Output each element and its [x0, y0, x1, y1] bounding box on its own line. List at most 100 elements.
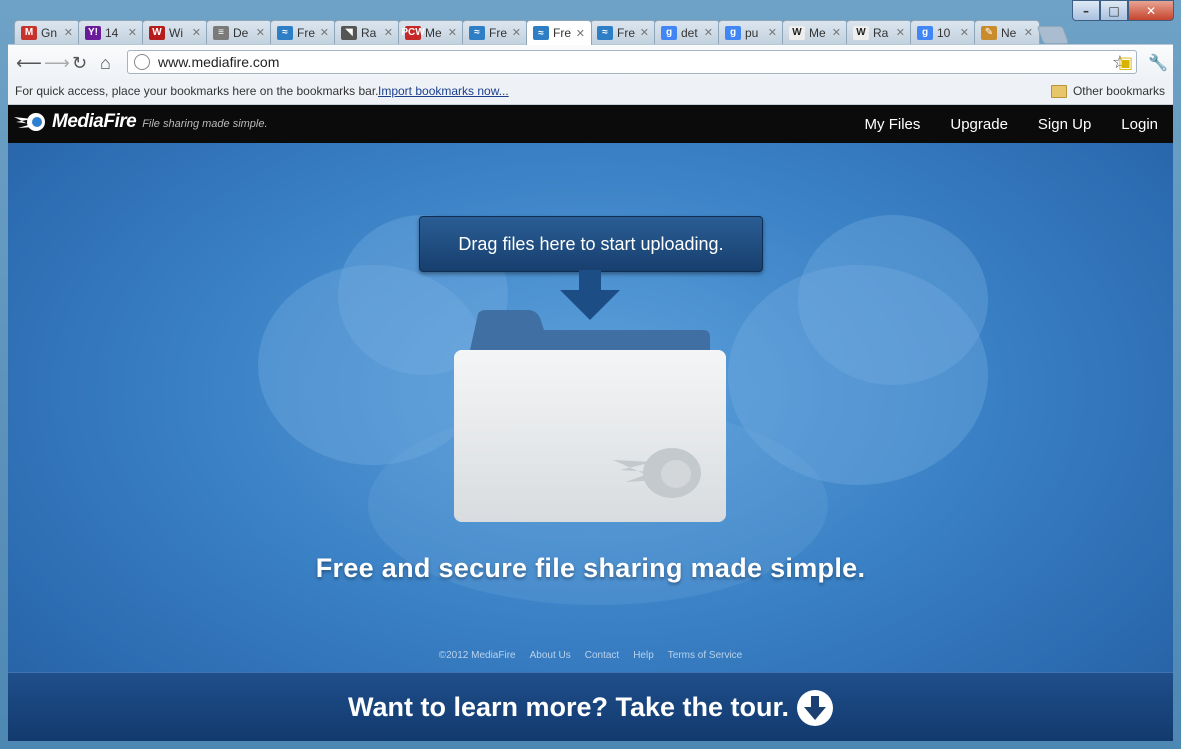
close-tab-icon[interactable]: ✕ — [512, 26, 521, 39]
google-icon: g — [661, 25, 677, 40]
tab-title: Fre — [617, 25, 635, 40]
tab-title: Gn — [41, 25, 58, 40]
nav-my-files[interactable]: My Files — [850, 116, 936, 133]
logo-tagline: File sharing made simple. — [142, 118, 268, 130]
nav-sign-up[interactable]: Sign Up — [1023, 116, 1106, 133]
browser-tab[interactable]: W Ra ✕ — [846, 20, 912, 44]
close-tab-icon[interactable]: ✕ — [1024, 26, 1033, 39]
close-tab-icon[interactable]: ✕ — [768, 26, 777, 39]
close-tab-icon[interactable]: ✕ — [896, 26, 905, 39]
browser-tab[interactable]: W Wi ✕ — [142, 20, 208, 44]
tab-title: Fre — [489, 25, 507, 40]
footer-copyright: ©2012 MediaFire — [438, 650, 516, 661]
browser-tab[interactable]: ✎ Ne ✕ — [974, 20, 1040, 44]
close-tab-icon[interactable]: ✕ — [64, 26, 73, 39]
tab-title: Fre — [553, 26, 571, 40]
other-bookmarks[interactable]: Other bookmarks — [1050, 84, 1165, 98]
extension-icon[interactable]: ▣ — [1118, 53, 1133, 73]
nav-upgrade[interactable]: Upgrade — [935, 116, 1023, 133]
close-window-button[interactable]: ✕ — [1128, 0, 1174, 21]
browser-tab[interactable]: g det ✕ — [654, 20, 720, 44]
tab-title: Ra — [361, 25, 377, 40]
tab-title: 14 — [105, 25, 119, 40]
bookmarks-bar: For quick access, place your bookmarks h… — [8, 80, 1173, 105]
folder-icon — [1050, 84, 1067, 98]
browser-tab[interactable]: ≡ De ✕ — [206, 20, 272, 44]
tab-title: Wi — [169, 25, 183, 40]
browser-tab[interactable]: Y! 14 ✕ — [78, 20, 144, 44]
cloud-shape — [798, 215, 988, 385]
browser-tab[interactable]: ≈ Fre ✕ — [590, 20, 656, 44]
tour-text[interactable]: Want to learn more? Take the tour. — [348, 692, 789, 723]
site-header: MediaFire File sharing made simple. My F… — [8, 105, 1173, 143]
tab-title: det — [681, 25, 698, 40]
nav-login[interactable]: Login — [1106, 116, 1173, 133]
address-bar[interactable]: www.mediafire.com ☆ — [127, 50, 1137, 74]
forward-icon[interactable]: ⟶ — [44, 53, 70, 74]
tab-title: Ra — [873, 25, 889, 40]
upload-callout[interactable]: Drag files here to start uploading. — [419, 216, 763, 272]
tab-title: De — [233, 25, 249, 40]
close-tab-icon[interactable]: ✕ — [640, 26, 649, 39]
tab-strip: M Gn ✕ Y! 14 ✕ W Wi ✕ ≡ De ✕ ≈ Fre ✕ ◥ Ra ✕ PCW Me ✕ ≈ Fre ✕ ≈ Fr… — [14, 20, 1154, 45]
site-footer: ©2012 MediaFire About Us Contact Help Te… — [8, 650, 1173, 661]
footer-terms[interactable]: Terms of Service — [668, 650, 742, 661]
close-tab-icon[interactable]: ✕ — [704, 26, 713, 39]
wikipedia-icon: W — [853, 25, 869, 40]
import-bookmarks-link[interactable]: Import bookmarks now... — [378, 84, 509, 98]
browser-tab[interactable]: ≈ Fre ✕ — [270, 20, 336, 44]
mediafire-icon: ≈ — [469, 25, 485, 40]
browser-tab[interactable]: W Me ✕ — [782, 20, 848, 44]
browser-tab[interactable]: ≈ Fre ✕ — [462, 20, 528, 44]
rapid-icon: ◥ — [341, 25, 357, 40]
arrow-down-circle-icon[interactable] — [797, 689, 834, 726]
mediafire-flame-icon — [14, 113, 45, 131]
tab-title: Me — [425, 25, 442, 40]
home-icon[interactable]: ⌂ — [100, 53, 111, 74]
wrench-tab-icon: ✎ — [981, 25, 997, 40]
page-content: MediaFire File sharing made simple. My F… — [8, 105, 1173, 741]
back-icon[interactable]: ⟵ — [16, 53, 42, 74]
tour-bar[interactable]: Want to learn more? Take the tour. — [8, 672, 1173, 741]
maximize-button[interactable]: □ — [1100, 0, 1128, 21]
pcw-icon: PCW — [401, 25, 425, 40]
close-tab-icon[interactable]: ✕ — [128, 26, 137, 39]
google-icon: g — [725, 25, 741, 40]
upload-folder-icon[interactable] — [448, 310, 733, 530]
footer-about-us[interactable]: About Us — [530, 650, 571, 661]
browser-tab[interactable]: g 10 ✕ — [910, 20, 976, 44]
other-bookmarks-label: Other bookmarks — [1072, 84, 1165, 98]
url-text[interactable]: www.mediafire.com — [158, 54, 279, 70]
browser-tab[interactable]: g pu ✕ — [718, 20, 784, 44]
w-red-icon: W — [149, 25, 165, 40]
reload-icon[interactable]: ↻ — [72, 53, 87, 74]
mediafire-icon: ≈ — [533, 26, 549, 40]
close-tab-icon[interactable]: ✕ — [832, 26, 841, 39]
mediafire-logo[interactable]: MediaFire File sharing made simple. — [12, 111, 268, 133]
new-tab-button[interactable] — [1036, 26, 1070, 44]
site-nav: My Files Upgrade Sign Up Login — [850, 105, 1173, 143]
close-tab-icon[interactable]: ✕ — [576, 27, 585, 40]
tab-title: 10 — [937, 25, 951, 40]
browser-tab[interactable]: PCW Me ✕ — [398, 20, 464, 44]
minimize-button[interactable]: – — [1072, 0, 1100, 21]
browser-tab[interactable]: ≈ Fre ✕ — [526, 20, 592, 45]
bookmarks-hint: For quick access, place your bookmarks h… — [15, 84, 379, 98]
mediafire-icon: ≈ — [277, 25, 293, 40]
close-tab-icon[interactable]: ✕ — [320, 26, 329, 39]
footer-contact[interactable]: Contact — [585, 650, 619, 661]
google-icon: g — [917, 25, 933, 40]
wrench-icon[interactable]: 🔧 — [1148, 53, 1168, 73]
footer-help[interactable]: Help — [633, 650, 654, 661]
browser-window: – □ ✕ M Gn ✕ Y! 14 ✕ W Wi ✕ ≡ De ✕ ≈ Fre ✕ ◥ Ra ✕ PCW Me ✕ ≈ F… — [0, 0, 1181, 749]
headline: Free and secure file sharing made simple… — [315, 553, 866, 583]
tab-title: Ne — [1001, 25, 1017, 40]
browser-toolbar: ⟵ ⟶ ↻ ⌂ www.mediafire.com ☆ ▣ 🔧 — [8, 44, 1173, 81]
close-tab-icon[interactable]: ✕ — [960, 26, 969, 39]
close-tab-icon[interactable]: ✕ — [256, 26, 265, 39]
close-tab-icon[interactable]: ✕ — [192, 26, 201, 39]
browser-tab[interactable]: ◥ Ra ✕ — [334, 20, 400, 44]
close-tab-icon[interactable]: ✕ — [448, 26, 457, 39]
browser-tab[interactable]: M Gn ✕ — [14, 20, 80, 44]
close-tab-icon[interactable]: ✕ — [384, 26, 393, 39]
